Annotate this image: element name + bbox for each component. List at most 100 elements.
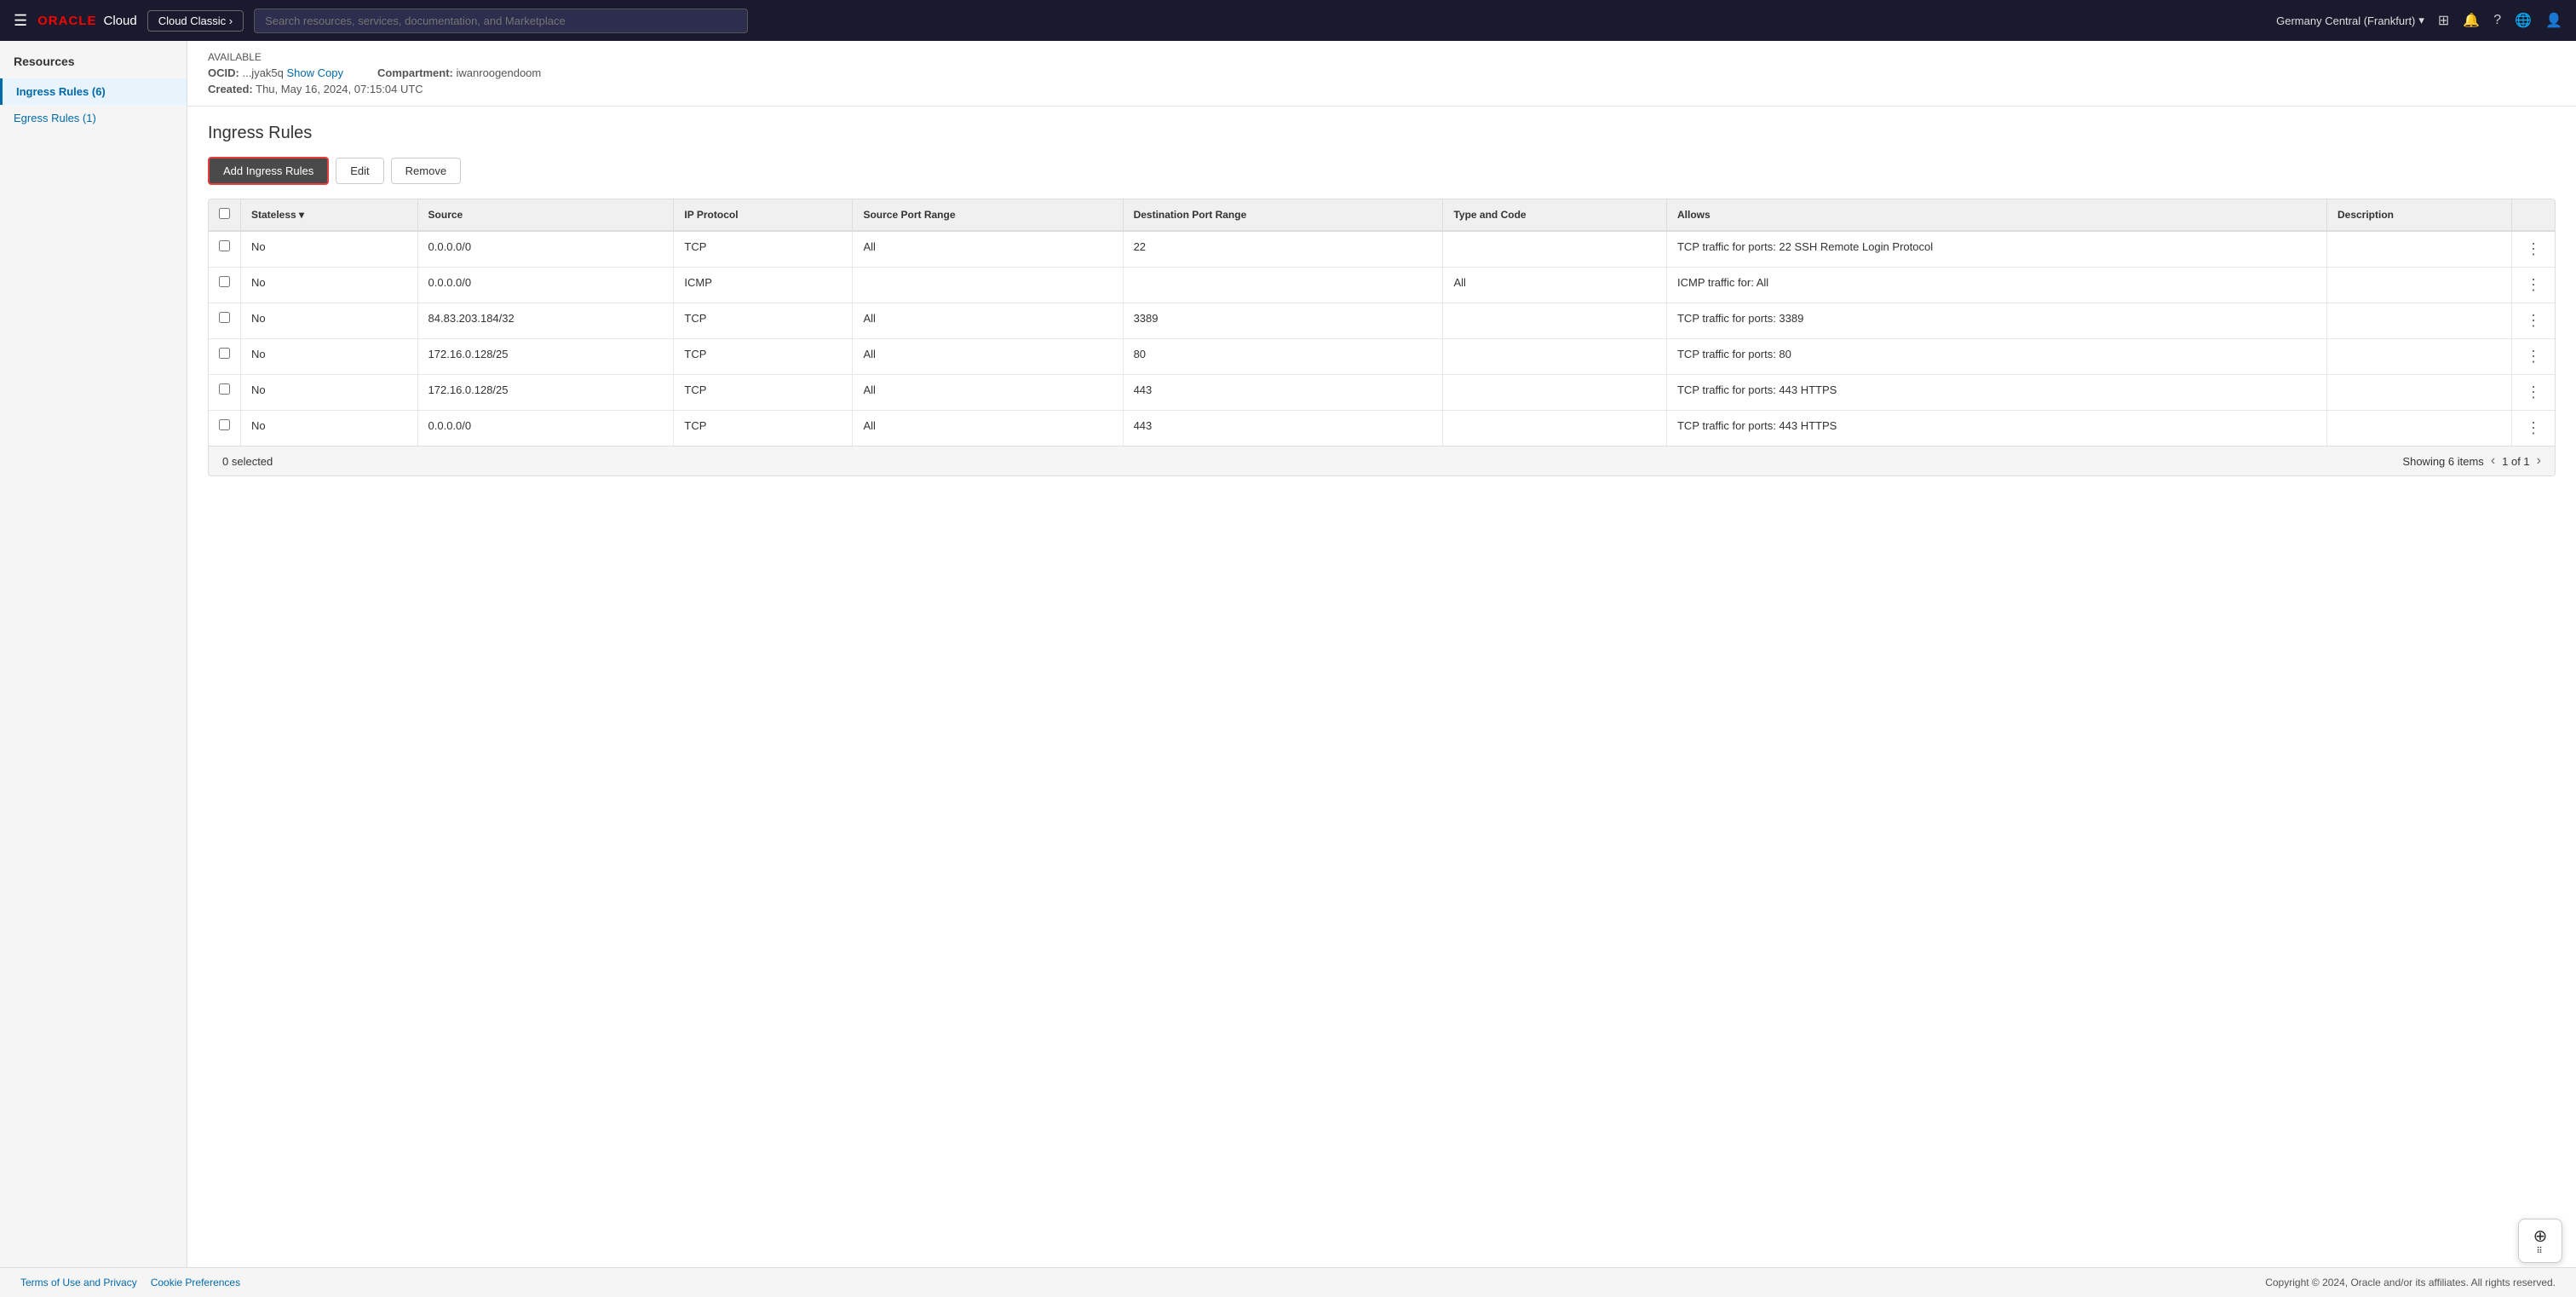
show-link[interactable]: Show bbox=[287, 66, 315, 79]
table-row: No 0.0.0.0/0 TCP All 22 TCP traffic for … bbox=[209, 231, 2555, 268]
oracle-logo: ORACLE Cloud bbox=[37, 14, 137, 28]
row-stateless-5: No bbox=[241, 411, 418, 447]
row-checkbox-5[interactable] bbox=[219, 419, 230, 430]
language-icon[interactable]: 🌐 bbox=[2515, 12, 2532, 29]
prev-page-button[interactable]: ‹ bbox=[2491, 453, 2495, 469]
table-row: No 0.0.0.0/0 TCP All 443 TCP traffic for… bbox=[209, 411, 2555, 447]
region-chevron: ▾ bbox=[2418, 14, 2424, 27]
row-description-2 bbox=[2326, 303, 2511, 339]
row-action-menu-1[interactable]: ⋮ bbox=[2522, 276, 2544, 293]
row-ip-protocol-3: TCP bbox=[674, 339, 853, 375]
cloud-classic-button[interactable]: Cloud Classic › bbox=[147, 10, 244, 32]
sidebar-title: Resources bbox=[0, 55, 187, 78]
search-input[interactable] bbox=[254, 9, 748, 33]
row-menu-cell-3: ⋮ bbox=[2512, 339, 2556, 375]
page-info: 1 of 1 bbox=[2502, 455, 2530, 468]
row-source-3: 172.16.0.128/25 bbox=[417, 339, 674, 375]
row-checkbox-1[interactable] bbox=[219, 276, 230, 287]
sidebar: Resources Ingress Rules (6) Egress Rules… bbox=[0, 41, 187, 1297]
row-checkbox-0[interactable] bbox=[219, 240, 230, 251]
help-dots: ⠿ bbox=[2536, 1247, 2544, 1256]
terms-link[interactable]: Terms of Use and Privacy bbox=[20, 1277, 137, 1288]
row-action-menu-2[interactable]: ⋮ bbox=[2522, 312, 2544, 329]
console-icon[interactable]: ⊞ bbox=[2438, 12, 2449, 29]
table-footer: 0 selected Showing 6 items ‹ 1 of 1 › bbox=[209, 446, 2555, 476]
created-label: Created: bbox=[208, 83, 253, 95]
col-actions bbox=[2512, 199, 2556, 231]
row-checkbox-cell bbox=[209, 375, 241, 411]
row-source-port-range-4: All bbox=[853, 375, 1123, 411]
row-menu-cell-2: ⋮ bbox=[2512, 303, 2556, 339]
remove-button[interactable]: Remove bbox=[391, 158, 461, 184]
cloud-classic-label: Cloud Classic › bbox=[158, 14, 233, 27]
row-stateless-4: No bbox=[241, 375, 418, 411]
select-all-checkbox[interactable] bbox=[219, 208, 230, 219]
row-type-and-code-5 bbox=[1443, 411, 1667, 447]
oracle-text: ORACLE bbox=[37, 14, 96, 28]
row-source-4: 172.16.0.128/25 bbox=[417, 375, 674, 411]
row-ip-protocol-0: TCP bbox=[674, 231, 853, 268]
ocid-label: OCID: bbox=[208, 66, 239, 79]
row-destination-port-range-4: 443 bbox=[1123, 375, 1443, 411]
bottom-footer: Terms of Use and Privacy Cookie Preferen… bbox=[0, 1267, 2576, 1297]
select-all-header bbox=[209, 199, 241, 231]
table-row: No 84.83.203.184/32 TCP All 3389 TCP tra… bbox=[209, 303, 2555, 339]
row-checkbox-cell bbox=[209, 339, 241, 375]
row-ip-protocol-2: TCP bbox=[674, 303, 853, 339]
hamburger-menu-icon[interactable]: ☰ bbox=[14, 12, 27, 30]
region-label: Germany Central (Frankfurt) bbox=[2276, 14, 2415, 27]
row-ip-protocol-1: ICMP bbox=[674, 268, 853, 303]
col-allows: Allows bbox=[1666, 199, 2326, 231]
section-title: Ingress Rules bbox=[208, 124, 2556, 143]
help-button[interactable]: ⊕ ⠿ bbox=[2518, 1219, 2562, 1263]
row-action-menu-3[interactable]: ⋮ bbox=[2522, 348, 2544, 365]
row-ip-protocol-4: TCP bbox=[674, 375, 853, 411]
availability-status: AVAILABLE bbox=[208, 51, 2556, 63]
col-ip-protocol: IP Protocol bbox=[674, 199, 853, 231]
add-ingress-rules-button[interactable]: Add Ingress Rules bbox=[208, 157, 329, 185]
row-action-menu-4[interactable]: ⋮ bbox=[2522, 383, 2544, 401]
row-checkbox-4[interactable] bbox=[219, 383, 230, 395]
row-destination-port-range-5: 443 bbox=[1123, 411, 1443, 447]
row-action-menu-0[interactable]: ⋮ bbox=[2522, 240, 2544, 257]
sidebar-item-ingress[interactable]: Ingress Rules (6) bbox=[0, 78, 187, 105]
row-source-port-range-5: All bbox=[853, 411, 1123, 447]
created-section: Created: Thu, May 16, 2024, 07:15:04 UTC bbox=[208, 83, 2556, 95]
edit-button[interactable]: Edit bbox=[336, 158, 383, 184]
col-destination-port-range: Destination Port Range bbox=[1123, 199, 1443, 231]
row-allows-0: TCP traffic for ports: 22 SSH Remote Log… bbox=[1666, 231, 2326, 268]
col-stateless[interactable]: Stateless ▾ bbox=[241, 199, 418, 231]
row-source-port-range-2: All bbox=[853, 303, 1123, 339]
row-menu-cell-1: ⋮ bbox=[2512, 268, 2556, 303]
copy-link[interactable]: Copy bbox=[318, 66, 343, 79]
row-checkbox-cell bbox=[209, 231, 241, 268]
ocid-value: ...jyak5q bbox=[242, 66, 283, 79]
cookie-link[interactable]: Cookie Preferences bbox=[151, 1277, 240, 1288]
row-type-and-code-0 bbox=[1443, 231, 1667, 268]
notification-icon[interactable]: 🔔 bbox=[2463, 12, 2480, 29]
ingress-rules-table: Stateless ▾ Source IP Protocol Source Po… bbox=[209, 199, 2555, 446]
next-page-button[interactable]: › bbox=[2537, 453, 2541, 469]
row-checkbox-cell bbox=[209, 268, 241, 303]
row-allows-5: TCP traffic for ports: 443 HTTPS bbox=[1666, 411, 2326, 447]
row-stateless-2: No bbox=[241, 303, 418, 339]
user-avatar[interactable]: 👤 bbox=[2545, 12, 2562, 29]
sidebar-item-egress[interactable]: Egress Rules (1) bbox=[0, 105, 187, 131]
row-checkbox-2[interactable] bbox=[219, 312, 230, 323]
nav-right-section: Germany Central (Frankfurt) ▾ ⊞ 🔔 ? 🌐 👤 bbox=[2276, 12, 2562, 29]
row-checkbox-3[interactable] bbox=[219, 348, 230, 359]
col-source-port-range: Source Port Range bbox=[853, 199, 1123, 231]
row-source-5: 0.0.0.0/0 bbox=[417, 411, 674, 447]
row-type-and-code-3 bbox=[1443, 339, 1667, 375]
info-bar: AVAILABLE OCID: ...jyak5q Show Copy Comp… bbox=[187, 41, 2576, 107]
row-action-menu-5[interactable]: ⋮ bbox=[2522, 419, 2544, 436]
help-icon[interactable]: ? bbox=[2493, 13, 2501, 28]
region-selector[interactable]: Germany Central (Frankfurt) ▾ bbox=[2276, 14, 2424, 27]
created-value: Thu, May 16, 2024, 07:15:04 UTC bbox=[256, 83, 423, 95]
row-description-4 bbox=[2326, 375, 2511, 411]
main-content: AVAILABLE OCID: ...jyak5q Show Copy Comp… bbox=[187, 41, 2576, 1297]
row-source-2: 84.83.203.184/32 bbox=[417, 303, 674, 339]
compartment-label: Compartment: bbox=[377, 66, 453, 79]
compartment-section: Compartment: iwanroogendoom bbox=[377, 66, 541, 79]
row-menu-cell-4: ⋮ bbox=[2512, 375, 2556, 411]
